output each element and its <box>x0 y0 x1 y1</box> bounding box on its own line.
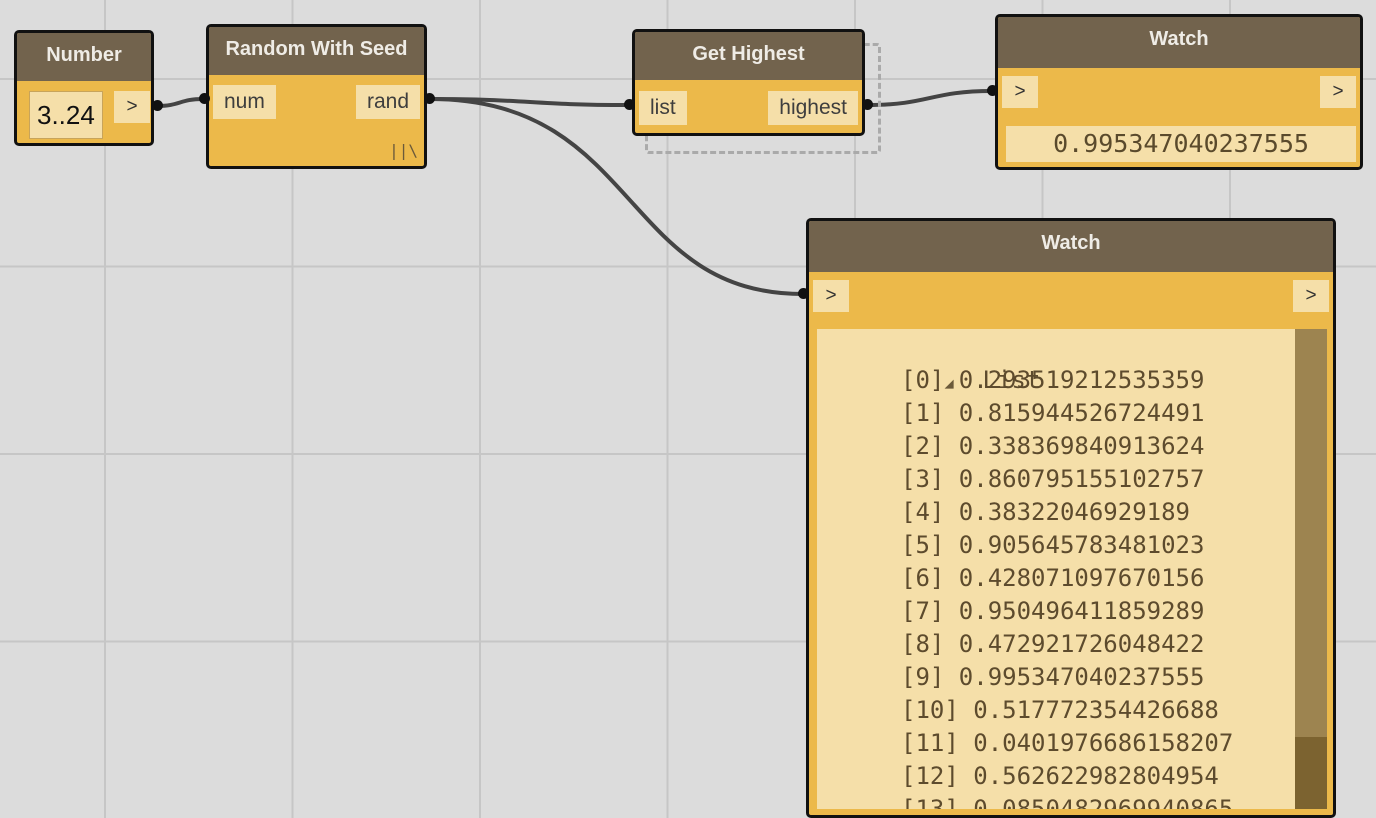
list-input-port[interactable]: list <box>639 91 687 125</box>
list-item[interactable]: [4] 0.38322046929189 <box>901 496 1327 529</box>
list-item[interactable]: [10] 0.517772354426688 <box>901 694 1327 727</box>
list-item[interactable]: [11] 0.0401976686158207 <box>901 727 1327 760</box>
list-item[interactable]: [7] 0.950496411859289 <box>901 595 1327 628</box>
highest-output-connector[interactable] <box>862 99 873 110</box>
watch-list-output-port[interactable]: > <box>1293 280 1329 312</box>
rand-output-connector[interactable] <box>424 93 435 104</box>
num-input-port[interactable]: num <box>213 85 276 119</box>
watch-top-value: 0.995347040237555 <box>1006 126 1356 162</box>
watch-list-node[interactable]: Watch > > ◢ List [0] 0.293519212535359 [… <box>806 218 1336 818</box>
list-item[interactable]: [2] 0.338369840913624 <box>901 430 1327 463</box>
list-item[interactable]: [6] 0.428071097670156 <box>901 562 1327 595</box>
list-item[interactable]: [9] 0.995347040237555 <box>901 661 1327 694</box>
list-item[interactable]: [12] 0.562622982804954 <box>901 760 1327 793</box>
list-input-connector[interactable] <box>624 99 635 110</box>
list-item[interactable]: [13] 0.0850482969940865 <box>901 793 1327 809</box>
get-highest-node[interactable]: Get Highest list highest <box>632 29 865 136</box>
number-node[interactable]: Number 3..24 > <box>14 30 154 146</box>
list-item[interactable]: [5] 0.905645783481023 <box>901 529 1327 562</box>
list-item[interactable]: [1] 0.815944526724491 <box>901 397 1327 430</box>
list-item[interactable]: [8] 0.472921726048422 <box>901 628 1327 661</box>
watch-top-input-connector[interactable] <box>987 85 998 96</box>
watch-list-input-connector[interactable] <box>798 288 809 299</box>
lacing-indicator[interactable]: ||\ <box>389 141 418 160</box>
wire-number-to-random[interactable] <box>156 97 204 108</box>
number-output-port[interactable]: > <box>114 91 150 123</box>
random-with-seed-title: Random With Seed <box>209 27 424 75</box>
number-node-title: Number <box>17 33 151 81</box>
list-scrollbar-thumb[interactable] <box>1295 737 1327 809</box>
rand-output-port[interactable]: rand <box>355 85 420 119</box>
watch-list-input-port[interactable]: > <box>813 280 849 312</box>
highest-output-port[interactable]: highest <box>768 91 858 125</box>
watch-list-title: Watch <box>809 221 1333 272</box>
list-root-row[interactable]: ◢ List <box>829 331 1327 394</box>
number-output-connector[interactable] <box>152 100 163 111</box>
watch-top-output-port[interactable]: > <box>1320 76 1356 108</box>
watch-value-node[interactable]: Watch > > 0.995347040237555 <box>995 14 1363 170</box>
watch-top-input-port[interactable]: > <box>1002 76 1038 108</box>
random-with-seed-node[interactable]: Random With Seed num rand ||\ <box>206 24 427 169</box>
number-value-field[interactable]: 3..24 <box>29 91 103 139</box>
list-item[interactable]: [3] 0.860795155102757 <box>901 463 1327 496</box>
wire-gethighest-to-watch[interactable] <box>866 89 993 107</box>
list-item[interactable]: [0] 0.293519212535359 <box>901 364 1327 397</box>
watch-top-title: Watch <box>998 17 1360 68</box>
get-highest-title: Get Highest <box>635 32 862 80</box>
num-input-connector[interactable] <box>199 93 210 104</box>
watch-list-panel[interactable]: ◢ List [0] 0.293519212535359 [1] 0.81594… <box>817 329 1327 809</box>
